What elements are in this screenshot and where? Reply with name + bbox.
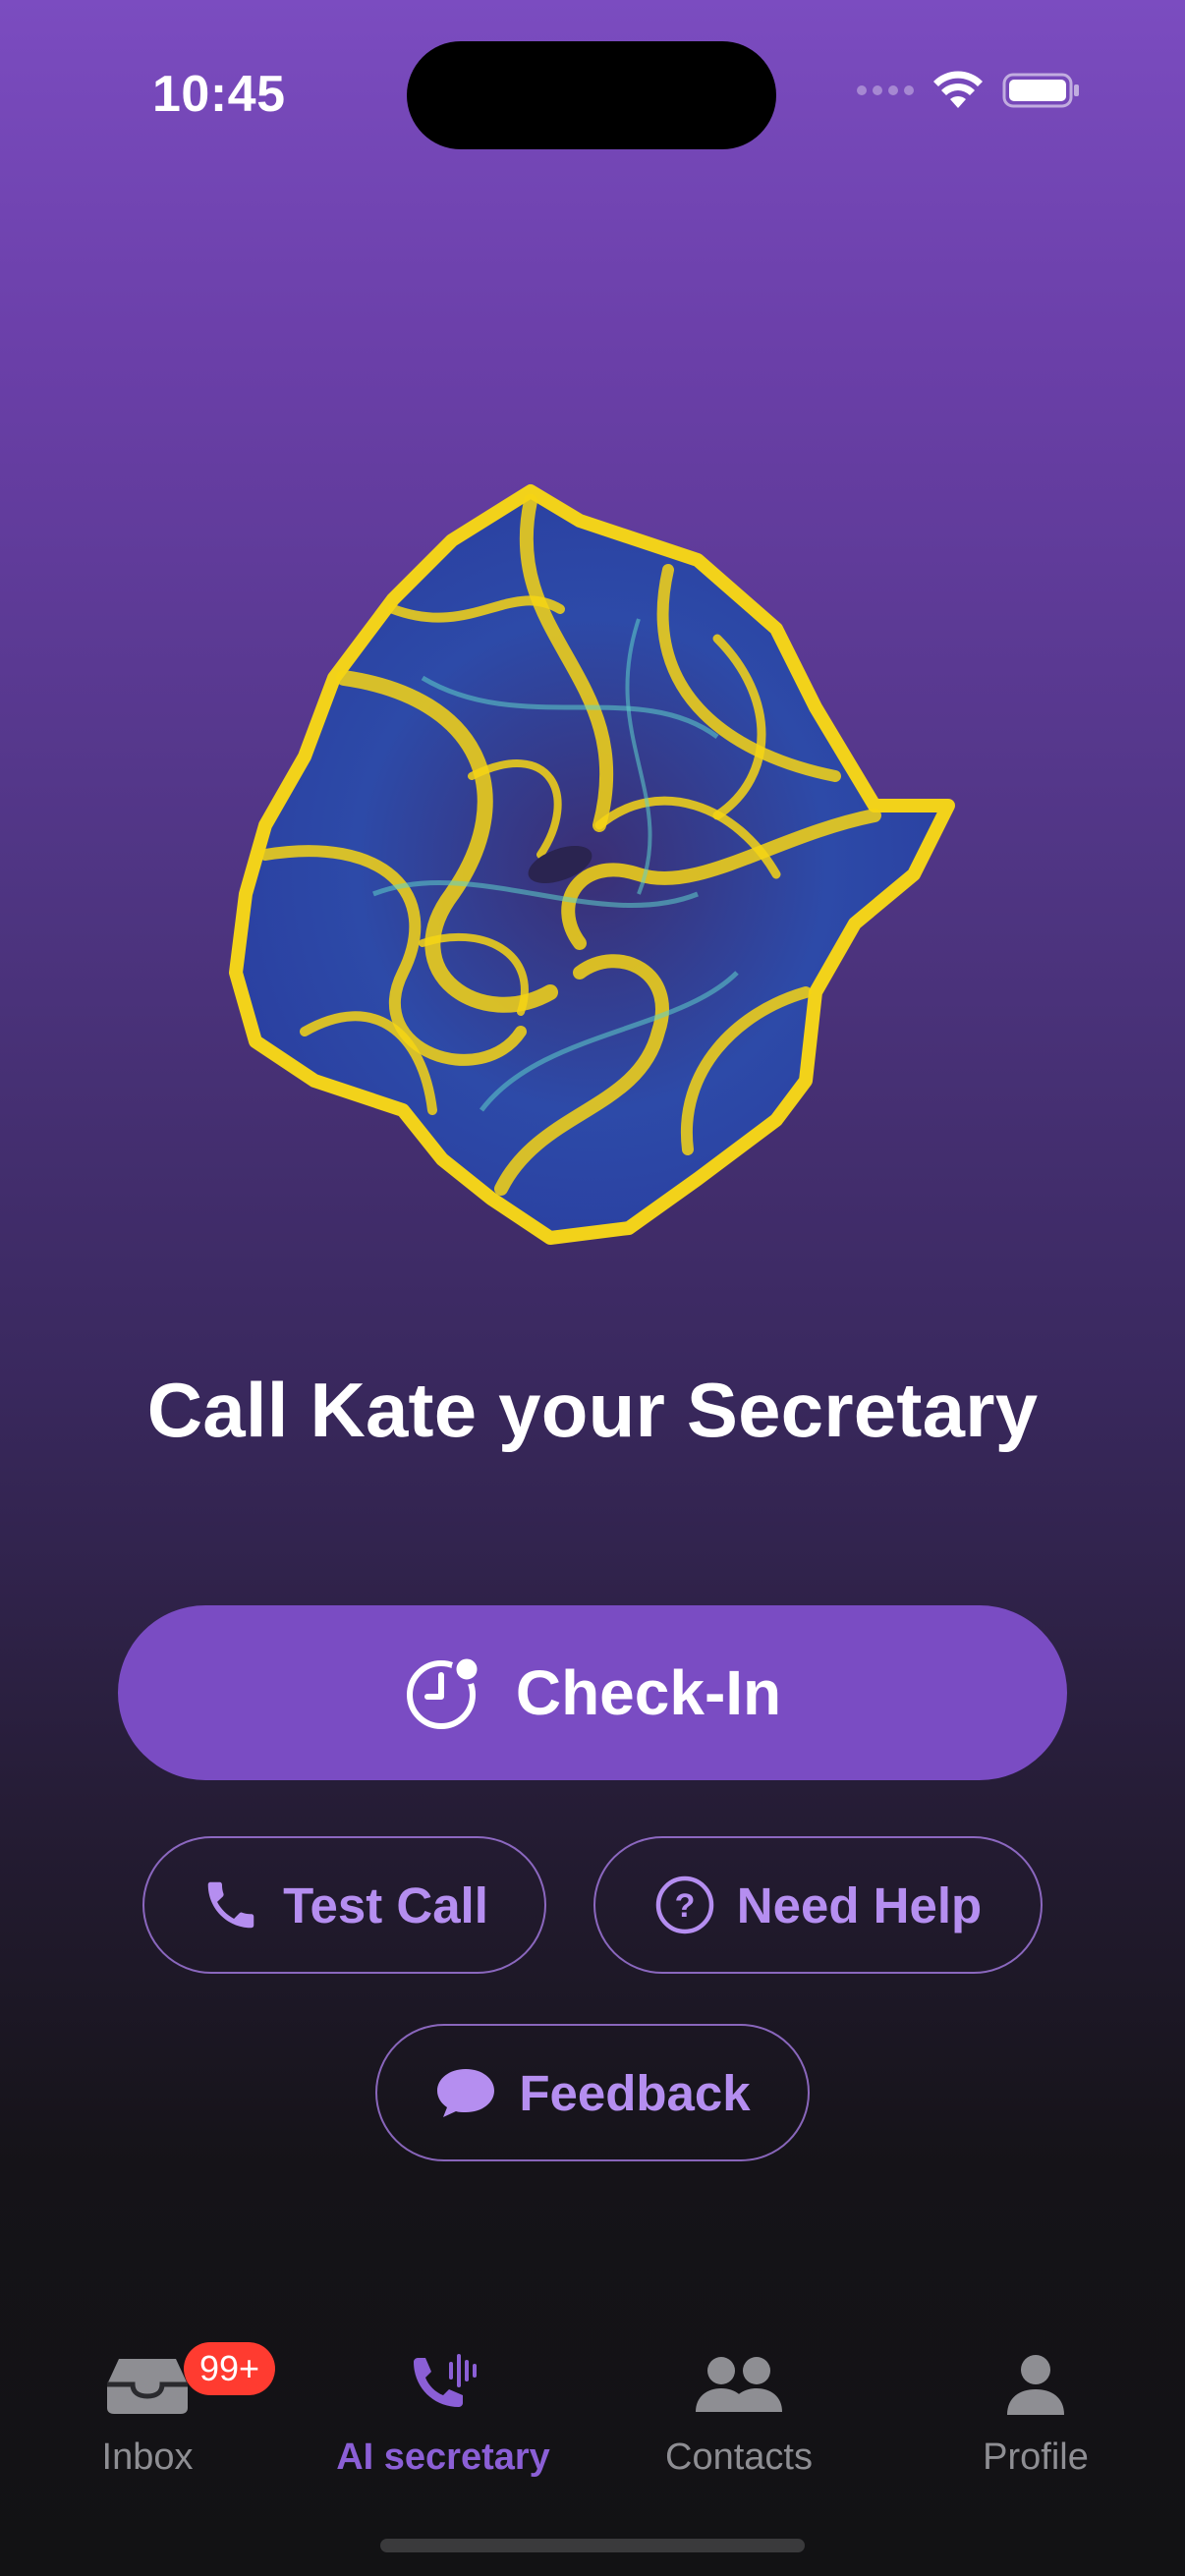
page-title: Call Kate your Secretary <box>146 1367 1039 1453</box>
status-time: 10:45 <box>152 66 286 123</box>
svg-text:?: ? <box>674 1887 695 1925</box>
person-icon <box>1007 2355 1064 2415</box>
people-icon <box>696 2357 782 2412</box>
inbox-tray-icon <box>107 2359 188 2414</box>
cellular-signal-icon <box>857 85 914 95</box>
speech-bubble-icon <box>437 2069 495 2117</box>
tab-label: AI secretary <box>336 2436 550 2478</box>
tab-profile[interactable]: Profile <box>898 2346 1173 2479</box>
question-circle-icon: ? <box>655 1876 714 1934</box>
feedback-button[interactable]: Feedback <box>375 2024 810 2161</box>
phone-icon <box>207 1881 254 1929</box>
check-in-button[interactable]: Check-In <box>118 1605 1067 1780</box>
tab-label: Profile <box>983 2436 1089 2478</box>
test-call-label: Test Call <box>283 1876 488 1933</box>
battery-icon <box>1002 73 1079 108</box>
status-icons <box>857 71 1081 110</box>
check-in-label: Check-In <box>515 1657 782 1728</box>
phone-waveform-icon <box>414 2354 477 2407</box>
ai-visualizer-graphic <box>229 484 955 1245</box>
wifi-icon <box>933 71 983 108</box>
inbox-badge: 99+ <box>184 2342 276 2395</box>
feedback-label: Feedback <box>519 2064 751 2121</box>
clock-badge-icon <box>406 1653 482 1729</box>
app-screen: 10:45 Call Kate your Secretary Check-In … <box>0 0 1185 2576</box>
tab-contacts[interactable]: Contacts <box>601 2346 876 2479</box>
tab-inbox[interactable]: 99+ Inbox <box>10 2342 285 2479</box>
tab-ai-secretary[interactable]: AI secretary <box>306 2346 581 2479</box>
tab-label: Contacts <box>665 2436 813 2478</box>
test-call-button[interactable]: Test Call <box>142 1836 546 1974</box>
need-help-button[interactable]: ? Need Help <box>593 1836 1043 1974</box>
home-indicator <box>380 2539 805 2552</box>
need-help-label: Need Help <box>736 1876 983 1933</box>
dynamic-island <box>407 41 776 149</box>
tab-label: Inbox <box>101 2436 194 2478</box>
